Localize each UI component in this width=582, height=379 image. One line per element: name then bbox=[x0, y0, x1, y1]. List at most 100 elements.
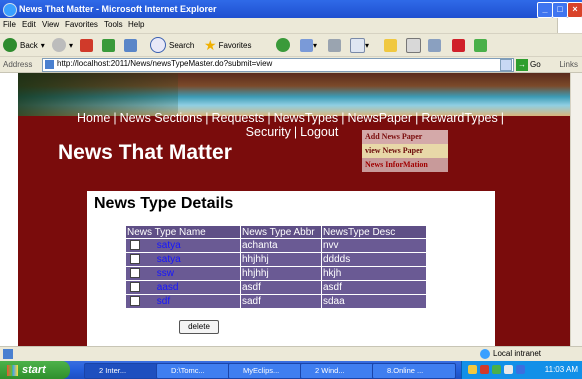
page-status-icon bbox=[3, 349, 13, 359]
main-nav: Home | News Sections | Requests | NewsTypes | Ne… bbox=[76, 111, 504, 125]
panel-heading: News Type Details bbox=[94, 195, 234, 212]
table-row: ssw hhjhhj hkjh bbox=[125, 266, 427, 281]
type-abbr: asdf bbox=[240, 280, 322, 295]
task-online[interactable]: 8.Online ... bbox=[372, 363, 456, 379]
menu-favorites[interactable]: Favorites bbox=[65, 20, 98, 29]
edit-button[interactable]: ▾ bbox=[350, 37, 369, 53]
refresh-icon bbox=[102, 38, 115, 52]
menu-view[interactable]: View bbox=[42, 20, 59, 29]
row-checkbox[interactable] bbox=[130, 240, 140, 251]
secondary-nav: Security | Logout bbox=[245, 125, 339, 139]
maximize-button[interactable]: □ bbox=[552, 2, 568, 18]
nav-home[interactable]: Home bbox=[77, 111, 110, 125]
home-button[interactable] bbox=[124, 37, 137, 53]
go-button[interactable]: → Go bbox=[516, 58, 541, 71]
forward-button[interactable]: ▾ bbox=[52, 37, 73, 53]
address-label: Address bbox=[3, 60, 33, 69]
menu-help[interactable]: Help bbox=[128, 20, 144, 29]
window-title: News That Matter - Microsoft Internet Ex… bbox=[19, 4, 217, 14]
tray-app-icon[interactable] bbox=[504, 365, 513, 374]
print-icon bbox=[328, 38, 341, 52]
nav-news-types[interactable]: NewsTypes bbox=[274, 111, 339, 125]
table-row: satya hhjhhj dddds bbox=[125, 252, 427, 267]
col-header-name: News Type Name bbox=[125, 225, 241, 239]
table-row: sdf sadf sdaa bbox=[125, 294, 427, 309]
status-bar: Local intranet bbox=[0, 346, 582, 361]
tray-app-icon[interactable] bbox=[516, 365, 525, 374]
menu-item-view-news-paper[interactable]: view News Paper bbox=[362, 144, 448, 158]
system-tray: 11:03 AM bbox=[461, 361, 582, 379]
menu-file[interactable]: File bbox=[3, 20, 16, 29]
table-row: aasd asdf asdf bbox=[125, 280, 427, 295]
go-arrow-icon: → bbox=[516, 58, 528, 71]
row-checkbox[interactable] bbox=[130, 282, 140, 293]
address-input[interactable]: http://localhost:2011/News/newsTypeMaste… bbox=[42, 58, 514, 72]
delete-button[interactable]: delete bbox=[179, 320, 219, 334]
menu-bar: File Edit View Favorites Tools Help bbox=[0, 18, 582, 34]
nav-news-paper[interactable]: NewsPaper bbox=[347, 111, 412, 125]
stop-button[interactable] bbox=[80, 37, 93, 53]
type-name[interactable]: ssw bbox=[157, 268, 174, 279]
nav-logout[interactable]: Logout bbox=[300, 125, 338, 139]
row-checkbox[interactable] bbox=[130, 268, 140, 279]
back-button[interactable]: Back ▾ bbox=[3, 37, 45, 53]
research-button[interactable] bbox=[428, 37, 441, 53]
type-name[interactable]: sdf bbox=[157, 296, 170, 307]
minimize-button[interactable]: _ bbox=[537, 2, 553, 18]
site-title: News That Matter bbox=[58, 141, 232, 164]
clock: 11:03 AM bbox=[544, 365, 578, 374]
print-button[interactable] bbox=[328, 37, 341, 53]
tray-app-icon[interactable] bbox=[480, 365, 489, 374]
nav-news-sections[interactable]: News Sections bbox=[120, 111, 203, 125]
close-button[interactable]: × bbox=[567, 2, 582, 18]
stop-icon bbox=[80, 38, 93, 52]
links-button[interactable]: Links bbox=[559, 60, 578, 69]
type-name[interactable]: aasd bbox=[157, 282, 179, 293]
type-desc: sdaa bbox=[321, 294, 427, 309]
menu-tools[interactable]: Tools bbox=[104, 20, 123, 29]
menu-item-news-information[interactable]: News InforMation bbox=[362, 158, 448, 172]
research-icon bbox=[428, 38, 441, 52]
mail-icon bbox=[300, 38, 313, 52]
folder-button[interactable] bbox=[384, 37, 397, 53]
type-desc: asdf bbox=[321, 280, 427, 295]
messenger-button[interactable] bbox=[406, 37, 421, 53]
menu-item-add-news-paper[interactable]: Add News Paper bbox=[362, 130, 448, 144]
tray-app-icon[interactable] bbox=[492, 365, 501, 374]
menu-edit[interactable]: Edit bbox=[22, 20, 36, 29]
nav-security[interactable]: Security bbox=[246, 125, 291, 139]
title-bar: News That Matter - Microsoft Internet Ex… bbox=[0, 0, 582, 18]
mail-button[interactable]: ▾ bbox=[300, 37, 317, 53]
people-button[interactable] bbox=[474, 37, 487, 53]
row-checkbox[interactable] bbox=[130, 254, 140, 265]
refresh-button[interactable] bbox=[102, 37, 115, 53]
toolbar: Back ▾ ▾ Search ★ Favorites ▾ ▾ bbox=[0, 34, 582, 57]
search-button[interactable]: Search bbox=[150, 37, 194, 53]
type-desc: nvv bbox=[321, 238, 427, 253]
address-dropdown-icon[interactable] bbox=[500, 59, 512, 71]
people-icon bbox=[474, 38, 487, 52]
type-name[interactable]: satya bbox=[157, 240, 181, 251]
favorites-button[interactable]: ★ Favorites bbox=[204, 37, 251, 53]
star-icon: ★ bbox=[204, 36, 217, 53]
taskbar: start 2 Inter... D:\Tomc... MyEclips... … bbox=[0, 361, 582, 379]
forward-arrow-icon bbox=[52, 38, 66, 52]
vertical-scrollbar[interactable] bbox=[570, 73, 582, 346]
type-name[interactable]: satya bbox=[157, 254, 181, 265]
windows-logo-icon bbox=[557, 18, 582, 33]
flag-icon bbox=[452, 38, 465, 52]
nav-requests[interactable]: Requests bbox=[212, 111, 265, 125]
table-header-row: News Type Name News Type Abbr NewsType D… bbox=[125, 225, 427, 239]
start-button[interactable]: start bbox=[0, 361, 70, 379]
tray-app-icon[interactable] bbox=[468, 365, 477, 374]
flag-button[interactable] bbox=[452, 37, 465, 53]
page-icon bbox=[45, 60, 54, 69]
col-header-desc: NewsType Desc bbox=[321, 225, 427, 239]
type-abbr: hhjhhj bbox=[240, 252, 322, 267]
history-button[interactable] bbox=[276, 37, 293, 53]
nav-reward-types[interactable]: RewardTypes bbox=[421, 111, 497, 125]
col-header-abbr: News Type Abbr bbox=[240, 225, 322, 239]
back-arrow-icon bbox=[3, 38, 17, 52]
security-zone: Local intranet bbox=[480, 349, 541, 359]
row-checkbox[interactable] bbox=[130, 296, 140, 307]
